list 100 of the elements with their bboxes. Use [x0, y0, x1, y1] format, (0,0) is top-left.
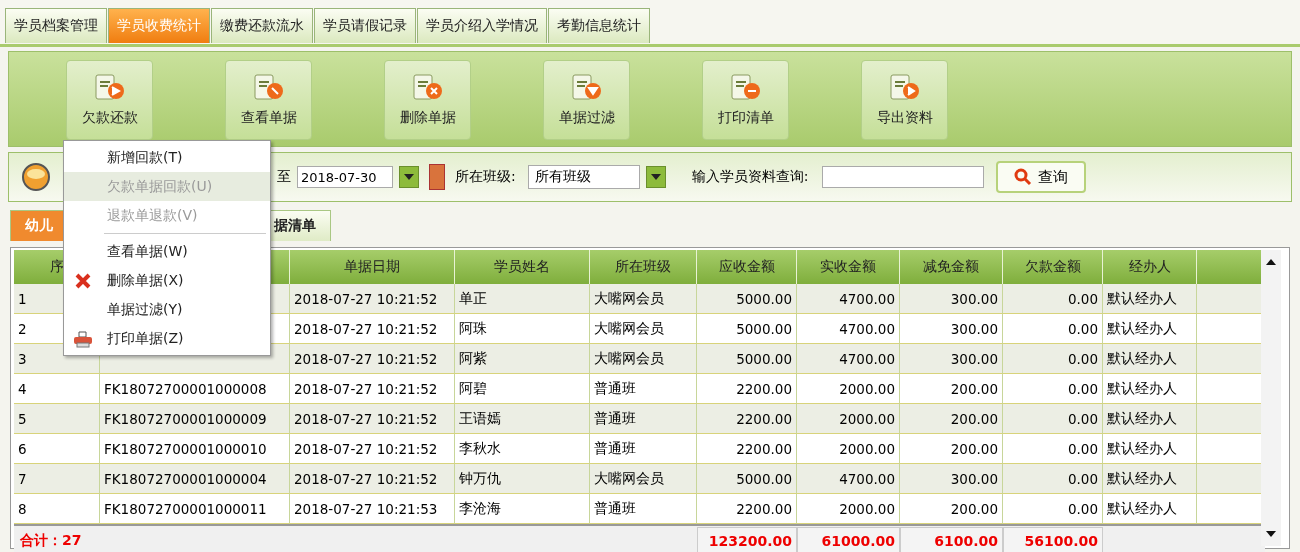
document-icon [411, 73, 444, 103]
query-button[interactable]: 查询 [996, 161, 1087, 193]
table-cell: 2018-07-27 10:21:52 [290, 404, 455, 434]
table-cell: 默认经办人 [1103, 344, 1197, 374]
document-icon [570, 73, 603, 103]
class-select[interactable]: 所有班级 [527, 165, 640, 189]
scrollbar[interactable] [1261, 250, 1281, 546]
table-cell: 默认经办人 [1103, 374, 1197, 404]
date-toggle-button[interactable] [429, 164, 445, 190]
table-cell: 2000.00 [797, 434, 900, 464]
column-header[interactable]: 实收金额 [797, 250, 900, 284]
toolbar-button[interactable]: 欠款还款 [66, 60, 153, 140]
column-header[interactable]: 经办人 [1103, 250, 1197, 284]
module-tab[interactable]: 学员介绍入学情况 [417, 8, 547, 43]
module-tab[interactable]: 考勤信息统计 [548, 8, 650, 43]
table-cell: 7 [14, 464, 100, 494]
table-cell: 2018-07-27 10:21:52 [290, 284, 455, 314]
table-cell: FK18072700001000004 [100, 464, 290, 494]
table-cell: 默认经办人 [1103, 434, 1197, 464]
total-amount: 61000.00 [797, 527, 900, 552]
search-label: 输入学员资料查询: [691, 168, 809, 186]
table-cell: 2018-07-27 10:21:52 [290, 464, 455, 494]
table-cell: 2000.00 [797, 374, 900, 404]
caret-icon [404, 174, 414, 180]
search-field[interactable] [822, 166, 985, 188]
table-cell: 300.00 [900, 344, 1003, 374]
dropdown-button[interactable] [645, 166, 666, 188]
column-header[interactable]: 学员姓名 [455, 250, 590, 284]
toolbar-button[interactable]: 导出资料 [861, 60, 948, 140]
table-cell: 0.00 [1003, 434, 1103, 464]
total-count: 合计：27 [19, 532, 83, 550]
table-cell: 200.00 [900, 404, 1003, 434]
table-cell: 6 [14, 434, 100, 464]
dropdown-button[interactable] [399, 166, 419, 188]
total-amount: 6100.00 [900, 527, 1003, 552]
table-cell: 300.00 [900, 464, 1003, 494]
table-cell: 王语嫣 [455, 404, 590, 434]
toolbar-button[interactable]: 查看单据 [225, 60, 312, 140]
table-cell: 200.00 [900, 374, 1003, 404]
document-icon [729, 73, 762, 103]
table-cell: 2018-07-27 10:21:52 [290, 434, 455, 464]
table-cell: FK18072700001000008 [100, 374, 290, 404]
table-cell: 4700.00 [797, 344, 900, 374]
delete-icon [74, 271, 92, 290]
table-cell: 8 [14, 494, 100, 524]
table-cell: 大嘴网会员 [590, 284, 697, 314]
table-cell: 李秋水 [455, 434, 590, 464]
table-cell: 0.00 [1003, 374, 1103, 404]
table-cell: 李沧海 [455, 494, 590, 524]
table-cell: 2200.00 [697, 494, 797, 524]
table-cell: 2018-07-27 10:21:52 [290, 374, 455, 404]
table-cell: 0.00 [1003, 404, 1103, 434]
table-cell: 默认经办人 [1103, 464, 1197, 494]
table-cell: 普通班 [590, 494, 697, 524]
toolbar-button[interactable]: 打印清单 [702, 60, 789, 140]
toolbar-button[interactable]: 删除单据 [384, 60, 471, 140]
document-icon [888, 73, 921, 103]
table-cell: 4 [14, 374, 100, 404]
module-tab[interactable]: 学员请假记录 [314, 8, 416, 43]
table-cell: 阿珠 [455, 314, 590, 344]
table-cell: 钟万仇 [455, 464, 590, 494]
table-cell: 默认经办人 [1103, 314, 1197, 344]
caret-icon [650, 174, 661, 180]
table-cell: 大嘴网会员 [590, 344, 697, 374]
table-cell: 0.00 [1003, 494, 1103, 524]
table-cell: 2000.00 [797, 494, 900, 524]
table-cell: 2018-07-27 10:21:52 [290, 344, 455, 374]
table-cell: 2000.00 [797, 404, 900, 434]
table-cell: 2200.00 [697, 404, 797, 434]
module-tab[interactable]: 学员档案管理 [5, 8, 107, 43]
column-header[interactable]: 减免金额 [900, 250, 1003, 284]
table-cell: 0.00 [1003, 314, 1103, 344]
module-tab[interactable]: 缴费还款流水 [211, 8, 313, 43]
table-cell: FK18072700001000011 [100, 494, 290, 524]
table-cell: 5 [14, 404, 100, 434]
table-cell: 默认经办人 [1103, 494, 1197, 524]
table-cell: FK18072700001000010 [100, 434, 290, 464]
table-cell: FK18072700001000009 [100, 404, 290, 434]
class-label: 所在班级: [455, 168, 516, 186]
document-icon [252, 73, 285, 103]
column-header[interactable]: 单据日期 [290, 250, 455, 284]
table-cell: 4700.00 [797, 284, 900, 314]
table-cell: 5000.00 [697, 284, 797, 314]
table-cell: 阿紫 [455, 344, 590, 374]
total-amount: 56100.00 [1003, 527, 1103, 552]
table-cell: 普通班 [590, 434, 697, 464]
table-cell: 2018-07-27 10:21:52 [290, 314, 455, 344]
table-cell: 普通班 [590, 374, 697, 404]
date-field[interactable]: 2018-07-30 [297, 166, 393, 188]
column-header[interactable]: 应收金额 [697, 250, 797, 284]
menu-item[interactable]: 新增回款(T) [64, 143, 270, 172]
table-cell: 2018-07-27 10:21:53 [290, 494, 455, 524]
column-header[interactable]: 欠款金额 [1003, 250, 1103, 284]
table-cell: 0.00 [1003, 344, 1103, 374]
total-amount: 123200.00 [697, 527, 797, 552]
table-cell: 默认经办人 [1103, 284, 1197, 314]
table-cell: 300.00 [900, 314, 1003, 344]
toolbar-button[interactable]: 单据过滤 [543, 60, 630, 140]
to-label: 至 [277, 168, 291, 186]
column-header[interactable]: 所在班级 [590, 250, 697, 284]
